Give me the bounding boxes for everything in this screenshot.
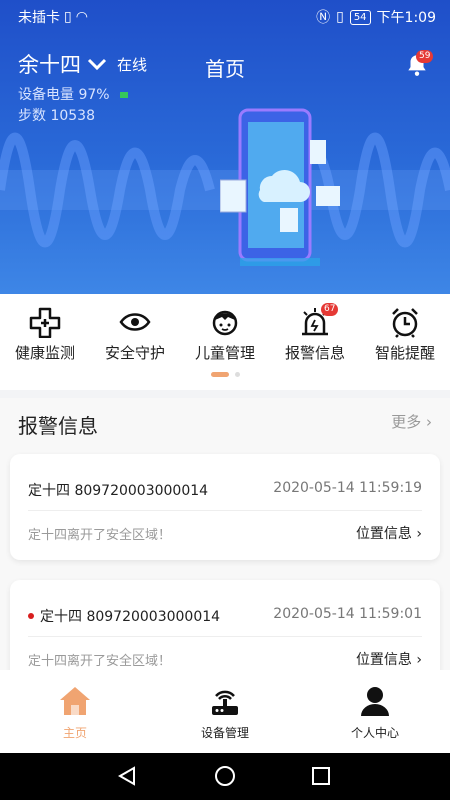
alarm-device: 定十四 809720003000014 [40,609,221,625]
alarm-card[interactable]: 定十四 809720003000014 2020-05-14 11:59:19 … [10,454,440,560]
eye-icon [119,313,151,331]
more-link[interactable]: 更多 › [391,411,432,432]
carousel-dot[interactable] [234,372,240,377]
back-icon[interactable] [116,765,138,787]
tab-personal-center[interactable]: 个人中心 [300,670,450,753]
chevron-right-icon: › [416,526,422,542]
battery-level-icon [120,92,129,98]
divider [28,636,422,637]
nfc-icon: Ⓝ [316,10,331,26]
section-title: 报警信息 [18,414,98,438]
tab-home[interactable]: 主页 [0,670,150,753]
more-label: 更多 [391,413,422,431]
carrier-text: 未插卡 [18,10,60,26]
location-info-label: 位置信息 [355,526,412,542]
chevron-right-icon: › [426,413,432,431]
notification-badge: 59 [416,50,434,63]
battery-icon: 54 [349,9,371,25]
alarm-section: 报警信息 更多 › 定十四 809720003000014 2020-05-14… [0,398,450,686]
medical-cross-icon [29,307,61,338]
chevron-right-icon: › [416,652,422,668]
steps-line: 步数 10538 [18,108,95,124]
battery-line: 设备电量 97% [18,84,129,104]
alarm-time: 2020-05-14 11:59:01 [273,606,422,622]
location-info-link[interactable]: 位置信息 › [356,523,422,543]
tab-device-management[interactable]: 设备管理 [150,670,300,753]
tab-label: 个人中心 [350,726,399,740]
phone-cloud-illustration [220,108,340,266]
tab-label: 主页 [62,726,87,740]
router-icon [212,690,238,715]
func-label: 健康监测 [14,344,75,362]
clock-text: 下午1:09 [376,10,436,26]
vibrate-icon: ▯ [336,9,344,25]
carousel-indicator [0,372,450,377]
bottom-tab-bar: 主页 设备管理 个人中心 [0,670,450,753]
recents-icon[interactable] [310,765,332,787]
home-circle-icon[interactable] [214,765,236,787]
system-navigation-bar [0,753,450,800]
alarm-device: 定十四 809720003000014 [28,483,209,499]
func-label: 安全守护 [104,344,165,362]
status-bar: 未插卡 ▯ ◠ Ⓝ ▯ 54 下午1:09 [0,0,450,32]
header-banner: 未插卡 ▯ ◠ Ⓝ ▯ 54 下午1:09 余十四 在线 首页 59 设备电量 … [0,0,450,294]
page-title: 首页 [205,57,245,81]
alarm-time: 2020-05-14 11:59:19 [273,480,422,496]
unread-dot-icon [28,613,34,619]
alarm-message: 定十四离开了安全区域！ [28,654,172,669]
func-label: 报警信息 [284,344,345,362]
location-info-label: 位置信息 [355,652,412,668]
tab-label: 设备管理 [200,726,249,740]
alarm-message: 定十四离开了安全区域！ [28,528,172,543]
alarm-count-badge: 67 [321,303,339,316]
carousel-dot-active[interactable] [210,372,229,377]
sim-icon: ▯ [64,9,72,25]
battery-text: 设备电量 97% [18,87,110,103]
location-info-link[interactable]: 位置信息 › [356,649,422,669]
wifi-icon: ◠ [75,9,88,25]
alarm-clock-icon [392,308,418,338]
child-face-icon [212,310,238,336]
person-icon [361,687,389,716]
home-icon [60,687,90,715]
func-label: 儿童管理 [194,344,255,362]
func-label: 智能提醒 [374,344,435,362]
alarm-device-row: 定十四 809720003000014 [28,606,220,626]
divider [28,510,422,511]
